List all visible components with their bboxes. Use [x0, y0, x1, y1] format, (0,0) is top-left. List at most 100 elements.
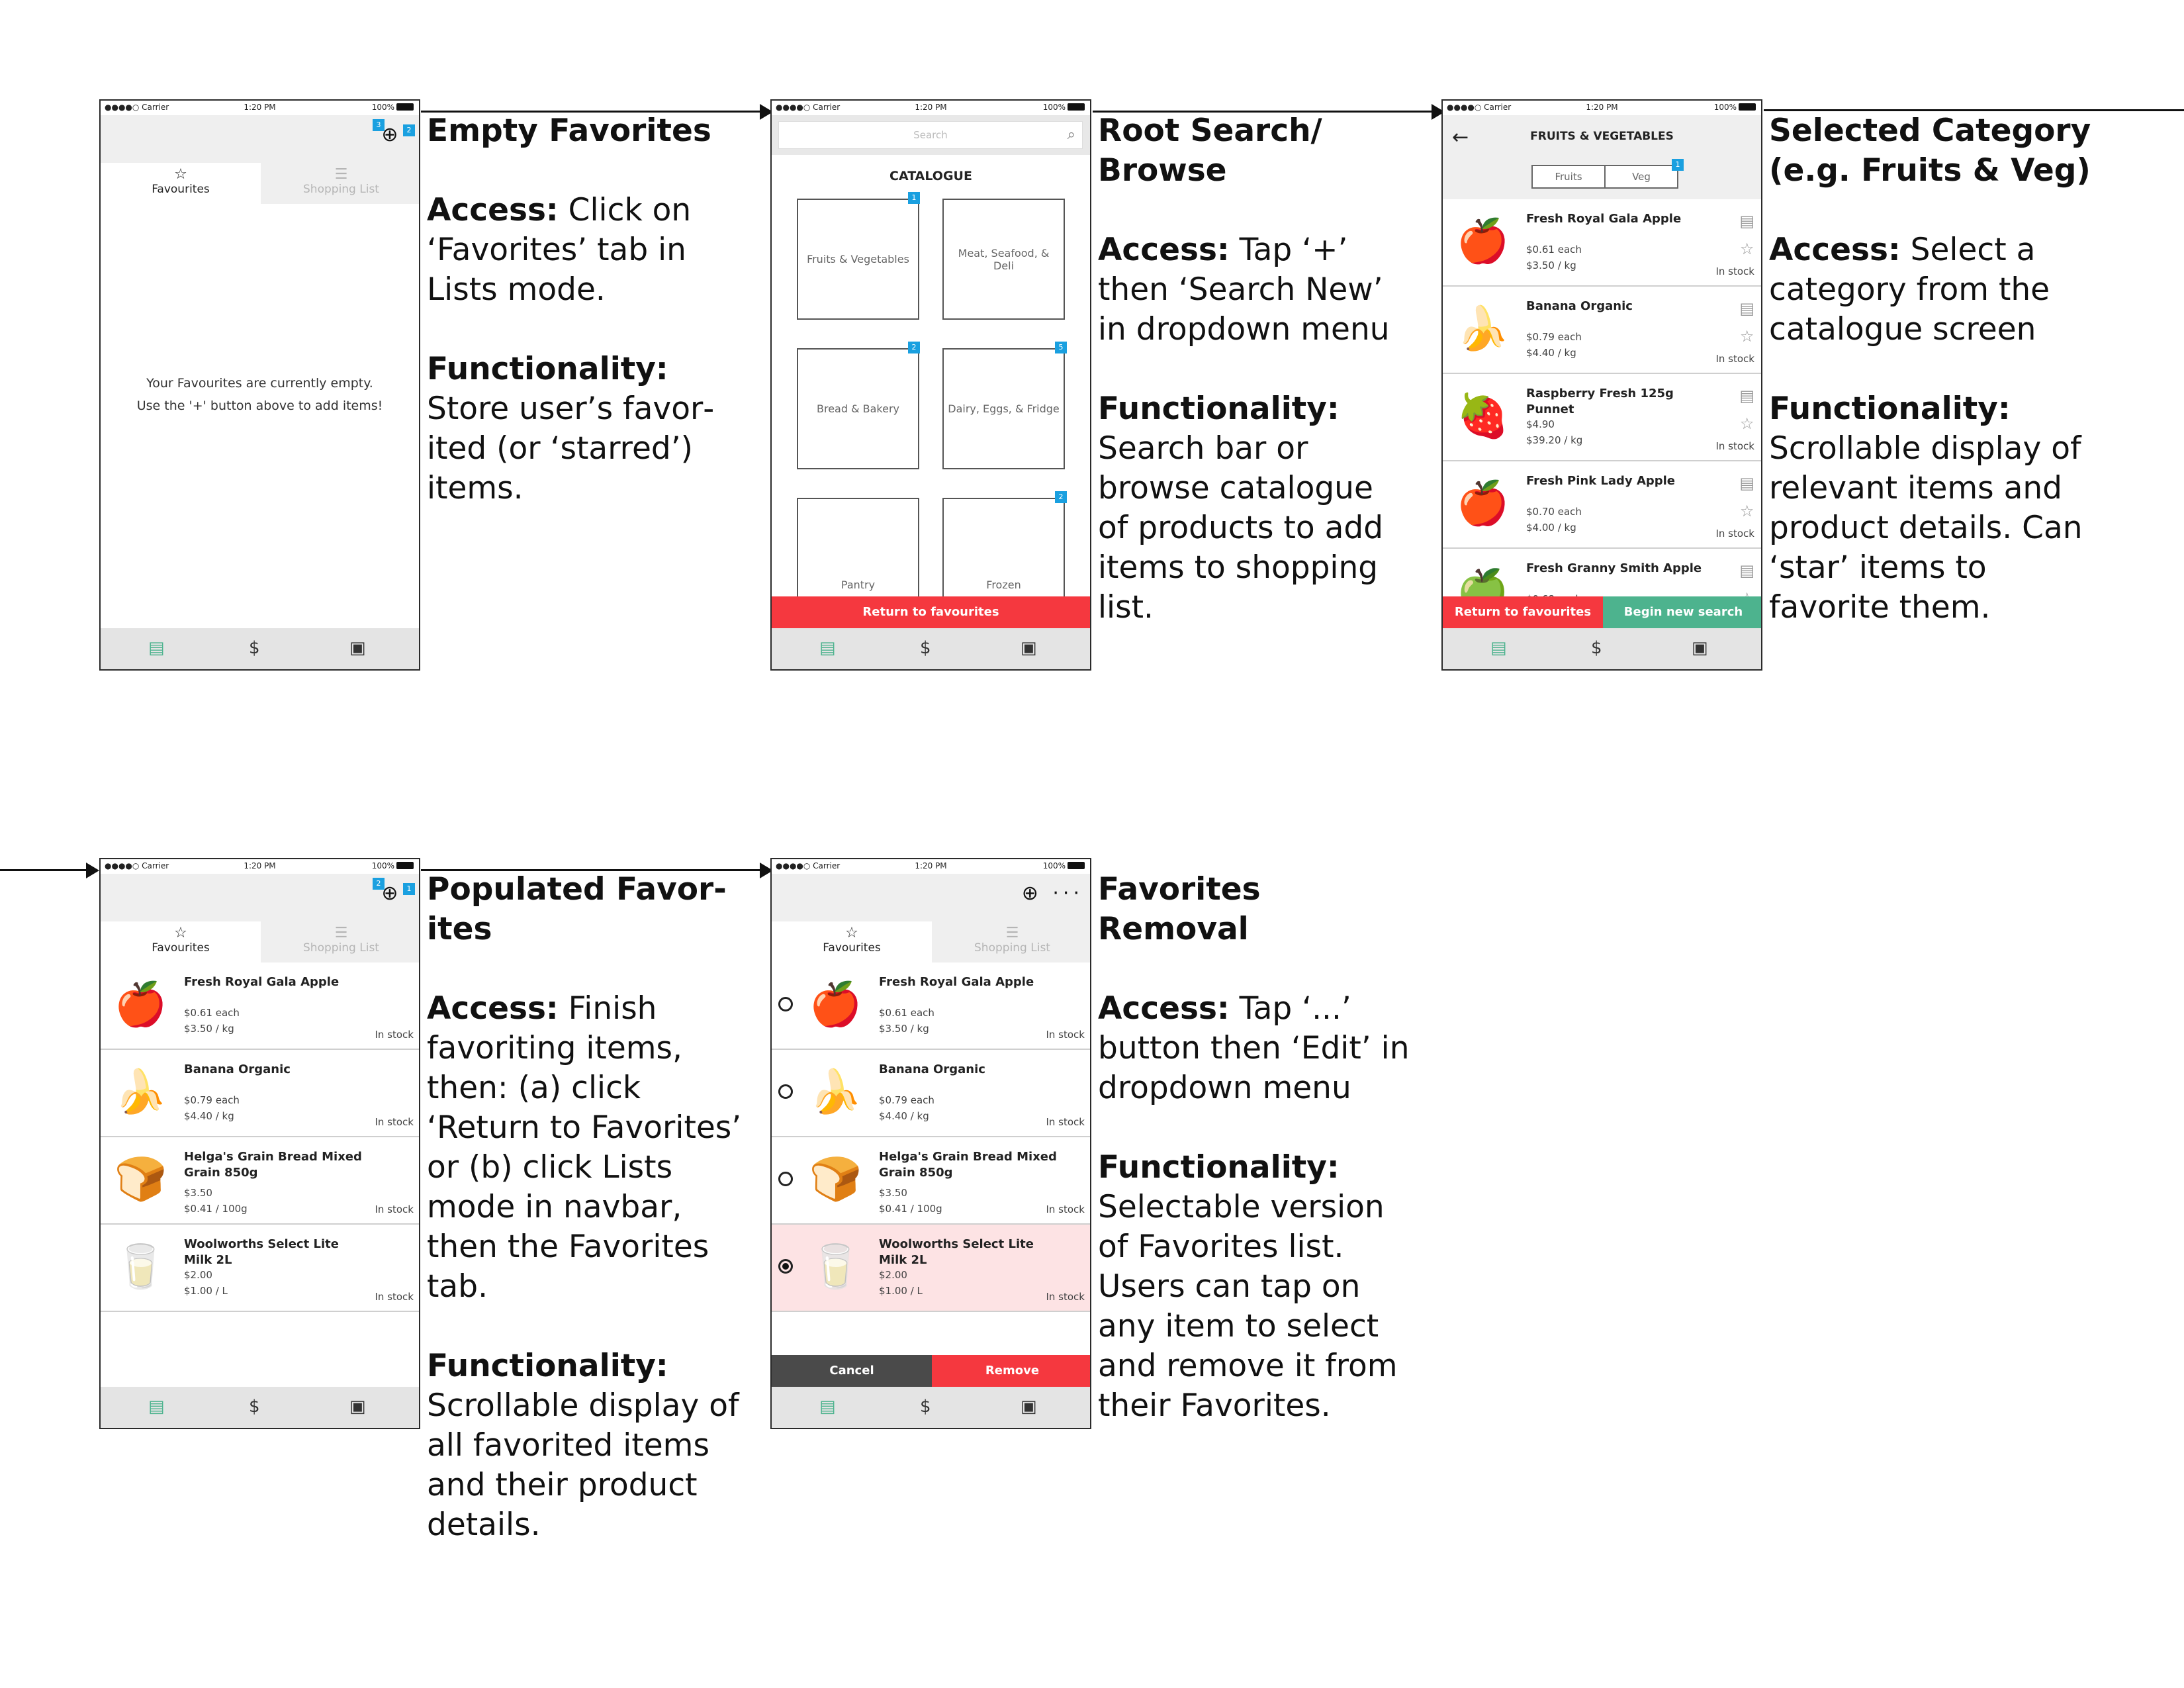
return-to-favourites-button[interactable]: Return to favourites — [1443, 596, 1603, 628]
catalogue-title: CATALOGUE — [889, 169, 972, 183]
product-name: Fresh Royal Gala Apple — [184, 975, 340, 989]
return-to-favourites-button[interactable]: Return to favourites — [772, 596, 1090, 628]
star-icon[interactable]: ☆ — [1740, 240, 1754, 258]
clipboard-icon[interactable]: ▤ — [148, 1397, 165, 1417]
phone-root-search: ●●●●○ Carrier 1:20 PM 100% Search ⌕ CATA… — [770, 99, 1091, 671]
stock-status: In stock — [375, 1029, 414, 1041]
phone-selected-category: ●●●●○ Carrier 1:20 PM 100% ← FRUITS & VE… — [1441, 99, 1762, 671]
tab-shopping-list[interactable]: ☰ Shopping List — [261, 163, 419, 204]
annotation-badge: 2 — [373, 878, 385, 890]
tab-favourites[interactable]: ☆ Favourites — [101, 163, 261, 204]
list-item[interactable]: 🍎 Fresh Royal Gala Apple $0.61 each $3.50 /… — [772, 962, 1090, 1050]
remove-button[interactable]: Remove — [932, 1355, 1090, 1387]
dollar-icon[interactable]: $ — [249, 1397, 260, 1417]
price-unit: $3.50 / kg — [879, 1023, 929, 1035]
dollar-icon[interactable]: $ — [249, 638, 260, 658]
clipboard-icon[interactable]: ▤ — [819, 1397, 836, 1417]
radio-button[interactable] — [778, 1172, 793, 1186]
dollar-icon[interactable]: $ — [920, 638, 931, 658]
star-icon[interactable]: ☆ — [1740, 502, 1754, 520]
category-tile-dairy-eggs-fridge[interactable]: Dairy, Eggs, & Fridge — [942, 348, 1065, 469]
status-bar: ●●●●○ Carrier 1:20 PM 100% — [101, 859, 419, 874]
stock-status: In stock — [1715, 440, 1754, 452]
radio-button[interactable] — [778, 1084, 793, 1099]
empty-favourites-message: Your Favourites are currently empty. Use… — [101, 372, 419, 417]
access-label: Access: — [1098, 232, 1230, 268]
list-item[interactable]: 🍌 Banana Organic $0.79 each $4.40 / kg In st… — [1443, 287, 1761, 374]
add-to-list-icon[interactable]: ▤ — [1739, 212, 1754, 230]
add-to-list-icon[interactable]: ▤ — [1739, 387, 1754, 405]
radio-button[interactable] — [778, 997, 793, 1011]
radio-button[interactable] — [778, 1259, 793, 1274]
more-icon[interactable]: ··· — [1052, 882, 1083, 905]
category-tile-fruits-vegetables[interactable]: Fruits & Vegetables — [797, 199, 919, 320]
tile-label: Dairy, Eggs, & Fridge — [948, 402, 1060, 415]
add-to-list-icon[interactable]: ▤ — [1739, 561, 1754, 580]
tab-favourites[interactable]: ☆ Favourites — [101, 921, 261, 962]
tab-shopping-list[interactable]: ☰ Shopping List — [261, 921, 419, 962]
price-unit: $0.41 / 100g — [879, 1203, 942, 1215]
category-tile-meat-seafood-deli[interactable]: Meat, Seafood, & Deli — [942, 199, 1065, 320]
category-tile-bread-bakery[interactable]: Bread & Bakery — [797, 348, 919, 469]
begin-new-search-button[interactable]: Begin new search — [1603, 596, 1761, 628]
clipboard-icon[interactable]: ▤ — [819, 638, 836, 658]
clipboard-icon[interactable]: ▤ — [1490, 638, 1507, 658]
clipboard-icon[interactable]: ▤ — [148, 638, 165, 658]
list-item[interactable]: 🍎 Fresh Royal Gala Apple $0.61 each $3.50 /… — [1443, 199, 1761, 287]
list-item[interactable]: 🥛 Woolworths Select Lite Milk 2L $2.00 $1.0… — [772, 1225, 1090, 1312]
tab-favourites[interactable]: ☆ Favourites — [772, 921, 932, 962]
contact-card-icon[interactable]: ▣ — [1692, 638, 1708, 658]
stock-status: In stock — [1046, 1029, 1085, 1041]
contact-card-icon[interactable]: ▣ — [1021, 1397, 1037, 1417]
product-price: $2.00 $1.00 / L — [184, 1267, 228, 1299]
list-item[interactable]: 🍎 Fresh Pink Lady Apple $0.70 each $4.00 / … — [1443, 461, 1761, 549]
description-root-search: Root Search/ Browse Access: Tap ‘+’ then… — [1098, 111, 1409, 628]
product-price: $0.79 each $4.40 / kg — [879, 1092, 934, 1124]
annotation-badge: 2 — [908, 342, 920, 353]
contact-card-icon[interactable]: ▣ — [349, 638, 366, 658]
list-item[interactable]: 🍞 Helga's Grain Bread Mixed Grain 850g $3.… — [772, 1137, 1090, 1225]
price-each: $0.61 each — [1526, 244, 1582, 256]
product-image: 🍌 — [1456, 305, 1510, 353]
price-unit: $4.40 / kg — [879, 1110, 929, 1122]
price-unit: $3.50 / kg — [1526, 259, 1576, 271]
search-input[interactable]: Search ⌕ — [778, 121, 1083, 149]
list-item[interactable]: 🍎 Fresh Royal Gala Apple $0.61 each $3.50 /… — [101, 962, 419, 1050]
add-to-list-icon[interactable]: ▤ — [1739, 474, 1754, 492]
list-item[interactable]: 🍏Fresh Granny Smith Apple$0.68 each▤☆ — [1443, 549, 1761, 616]
star-icon[interactable]: ☆ — [1740, 414, 1754, 433]
status-bar: ●●●●○ Carrier 1:20 PM 100% — [772, 859, 1090, 874]
product-price: $0.79 each $4.40 / kg — [1526, 329, 1582, 361]
tab-shopping-list[interactable]: ☰ Shopping List — [932, 921, 1090, 962]
functionality-label: Functionality: — [1769, 391, 2011, 427]
segment-fruits[interactable]: Fruits — [1533, 166, 1604, 187]
stock-status: In stock — [1046, 1203, 1085, 1215]
flow-arrowhead-4 — [86, 863, 99, 878]
dollar-icon[interactable]: $ — [1591, 638, 1602, 658]
list-icon: ☰ — [334, 166, 348, 183]
item-actions: ▤☆ — [1739, 295, 1754, 350]
star-icon[interactable]: ☆ — [1740, 327, 1754, 346]
list-item[interactable]: 🍞 Helga's Grain Bread Mixed Grain 850g $3.… — [101, 1137, 419, 1225]
add-to-list-icon[interactable]: ▤ — [1739, 299, 1754, 318]
list-item[interactable]: 🍓 Raspberry Fresh 125g Punnet $4.90 $39.20 … — [1443, 374, 1761, 461]
product-price: $3.50 $0.41 / 100g — [184, 1185, 248, 1217]
price-unit: $1.00 / L — [879, 1285, 923, 1297]
tile-label: Frozen — [986, 579, 1021, 591]
item-actions: ▤☆ — [1739, 469, 1754, 525]
contact-card-icon[interactable]: ▣ — [349, 1397, 366, 1417]
product-name: Banana Organic — [879, 1062, 985, 1076]
tile-label: Meat, Seafood, & Deli — [958, 246, 1050, 272]
contact-card-icon[interactable]: ▣ — [1021, 638, 1037, 658]
list-item[interactable]: 🍌 Banana Organic $0.79 each $4.40 / kg In st… — [772, 1050, 1090, 1137]
list-item[interactable]: 🍌 Banana Organic $0.79 each $4.40 / kg In st… — [101, 1050, 419, 1137]
dollar-icon[interactable]: $ — [920, 1397, 931, 1417]
list-item[interactable]: 🥛 Woolworths Select Lite Milk 2L $2.00 $1.0… — [101, 1225, 419, 1312]
segment-veg[interactable]: Veg — [1606, 166, 1677, 187]
tab-label: Favourites — [823, 941, 881, 955]
cancel-button[interactable]: Cancel — [772, 1355, 932, 1387]
tile-label: Fruits & Vegetables — [807, 253, 909, 265]
plus-circle-icon[interactable]: ⊕ — [1022, 882, 1042, 905]
product-name: Banana Organic — [1526, 299, 1633, 313]
product-name: Woolworths Select Lite Milk 2L — [184, 1237, 339, 1267]
